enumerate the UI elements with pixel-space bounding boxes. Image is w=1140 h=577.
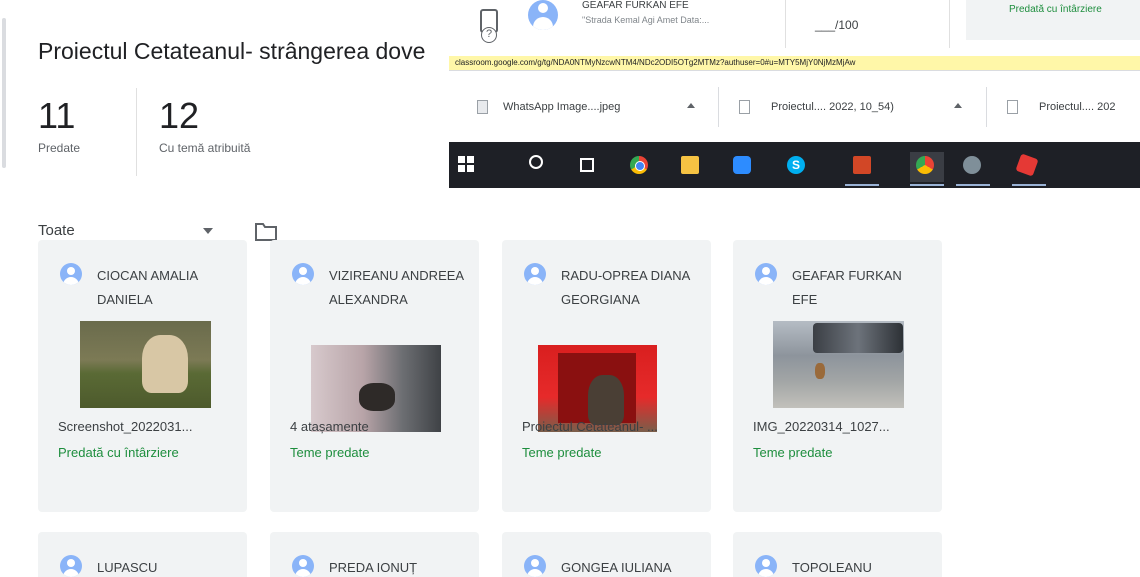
submission-status: Teme predate — [522, 445, 602, 460]
attachment-name: 4 atașamente — [290, 419, 369, 434]
divider — [785, 0, 786, 48]
running-indicator — [845, 184, 879, 186]
chevron-up-icon[interactable] — [954, 103, 962, 108]
attachment-thumbnail[interactable] — [773, 321, 904, 408]
attachment-thumbnail[interactable] — [80, 321, 211, 408]
document-file-icon — [739, 100, 750, 114]
download-item-name[interactable]: WhatsApp Image....jpeg — [503, 101, 620, 113]
image-file-icon — [477, 100, 488, 114]
student-name: GONGEA IULIANA — [561, 560, 672, 575]
student-name: RADU-OPREA DIANA GEORGIANA — [561, 268, 690, 307]
student-card[interactable]: VIZIREANU ANDREEA ALEXANDRA 4 atașamente… — [270, 240, 479, 512]
file-explorer-icon[interactable] — [681, 156, 699, 174]
submission-status: Teme predate — [753, 445, 833, 460]
powerpoint-icon[interactable] — [853, 156, 871, 174]
download-item-name[interactable]: Proiectul.... 2022, 10_54) — [771, 101, 894, 113]
status-filter-select[interactable]: Toate — [38, 222, 75, 239]
submission-status: Predată cu întârziere — [58, 445, 179, 460]
divider — [949, 0, 950, 48]
red-app-icon[interactable] — [1015, 153, 1039, 177]
scrollbar-thumb[interactable] — [2, 18, 6, 168]
overlay-student-row: ? GEAFAR FURKAN EFE "Strada Kemal Agi Am… — [449, 0, 1140, 58]
student-card[interactable]: PREDA IONUȚ — [270, 532, 479, 577]
student-card[interactable]: RADU-OPREA DIANA GEORGIANA Proiectul Cet… — [502, 240, 711, 512]
stat-divider — [136, 88, 137, 176]
chrome-icon[interactable] — [630, 156, 648, 174]
submitted-label: Predate — [38, 141, 81, 155]
search-icon[interactable] — [529, 155, 543, 169]
avatar — [755, 555, 777, 577]
avatar — [292, 263, 314, 285]
bird-app-icon[interactable] — [963, 156, 981, 174]
student-name: VIZIREANU ANDREEA ALEXANDRA — [329, 268, 464, 307]
avatar — [60, 555, 82, 577]
chevron-up-icon[interactable] — [687, 103, 695, 108]
chrome-profile-icon[interactable] — [916, 156, 934, 174]
chevron-down-icon[interactable] — [203, 228, 213, 234]
assigned-count: 12 — [159, 95, 200, 136]
avatar — [755, 263, 777, 285]
avatar — [292, 555, 314, 577]
help-icon[interactable]: ? — [481, 27, 497, 43]
windows-start-icon[interactable] — [458, 156, 476, 174]
attachment-name: Proiectul Cetateanul- ... — [522, 419, 658, 434]
submission-status: Teme predate — [290, 445, 370, 460]
student-name: TOPOLEANU — [792, 560, 872, 575]
avatar — [60, 263, 82, 285]
overlay-screenshot: ? GEAFAR FURKAN EFE "Strada Kemal Agi Am… — [449, 0, 1140, 188]
skype-icon[interactable]: S — [787, 156, 805, 174]
student-card[interactable]: TOPOLEANU — [733, 532, 942, 577]
student-card[interactable]: GEAFAR FURKAN EFE IMG_20220314_1027... T… — [733, 240, 942, 512]
student-card[interactable]: LUPASCU — [38, 532, 247, 577]
zoom-icon[interactable] — [733, 156, 751, 174]
student-name: LUPASCU — [97, 560, 158, 575]
assignment-title: Proiectul Cetateanul- strângerea dove — [38, 38, 426, 64]
left-scroll-strip — [0, 0, 8, 577]
assigned-label: Cu temă atribuită — [159, 141, 251, 155]
divider — [718, 87, 719, 127]
student-name: PREDA IONUȚ — [329, 560, 418, 575]
running-indicator — [910, 184, 944, 186]
download-item-name[interactable]: Proiectul.... 202 — [1039, 101, 1115, 113]
stat-submitted[interactable]: 11 Predate — [38, 95, 80, 155]
submitted-count: 11 — [38, 95, 76, 136]
attachment-name: Screenshot_2022031... — [58, 419, 193, 434]
running-indicator — [956, 184, 990, 186]
attachment-name: IMG_20220314_1027... — [753, 419, 890, 434]
folder-icon[interactable] — [254, 222, 278, 242]
windows-taskbar: S — [449, 142, 1140, 188]
avatar — [524, 555, 546, 577]
overlay-submission-status: Predată cu întârziere — [1009, 4, 1102, 15]
student-row-pane[interactable]: ? GEAFAR FURKAN EFE "Strada Kemal Agi Am… — [449, 0, 950, 58]
student-name: GEAFAR FURKAN EFE — [792, 268, 902, 307]
avatar — [528, 0, 558, 30]
student-card[interactable]: CIOCAN AMALIA DANIELA Screenshot_2022031… — [38, 240, 247, 512]
avatar — [524, 263, 546, 285]
grade-input[interactable]: ___/100 — [815, 18, 858, 32]
divider — [986, 87, 987, 127]
student-name: CIOCAN AMALIA DANIELA — [97, 268, 198, 307]
overlay-student-subtext: "Strada Kemal Agi Amet Data:... — [582, 15, 710, 25]
overlay-student-name: GEAFAR FURKAN EFE — [582, 0, 689, 11]
task-view-icon[interactable] — [580, 158, 594, 172]
document-file-icon — [1007, 100, 1018, 114]
running-indicator — [1012, 184, 1046, 186]
url-status-bar: classroom.google.com/g/tg/NDA0NTMyNzcwNT… — [449, 56, 1140, 70]
student-card[interactable]: GONGEA IULIANA — [502, 532, 711, 577]
stat-assigned[interactable]: 12 Cu temă atribuită — [159, 95, 250, 155]
downloads-bar: WhatsApp Image....jpeg Proiectul.... 202… — [449, 70, 1140, 142]
